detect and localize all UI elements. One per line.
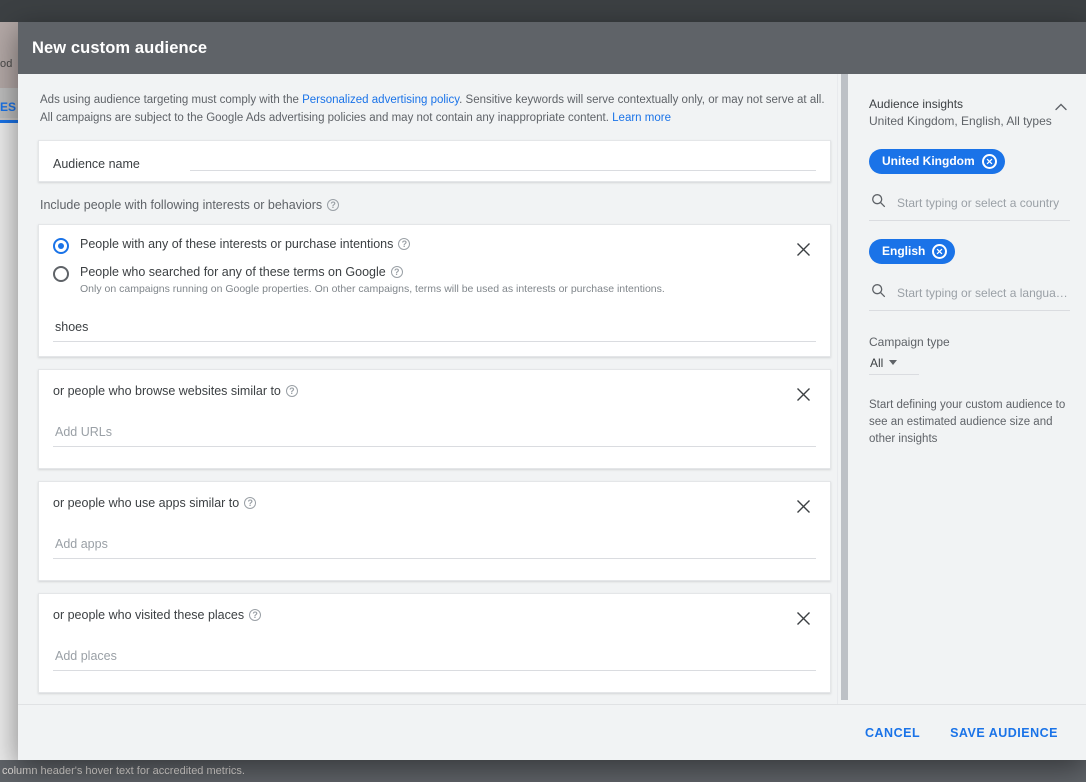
chevron-up-icon[interactable] bbox=[1052, 98, 1070, 116]
help-icon[interactable]: ? bbox=[398, 238, 411, 251]
visited-places-title-row: or people who visited these places ? bbox=[53, 608, 816, 622]
save-audience-button[interactable]: SAVE AUDIENCE bbox=[940, 717, 1068, 749]
help-icon[interactable]: ? bbox=[327, 199, 340, 212]
search-icon bbox=[871, 193, 886, 213]
radio-interests-label-row: People with any of these interests or pu… bbox=[80, 236, 411, 251]
chevron-down-icon bbox=[889, 360, 898, 366]
similar-websites-card: or people who browse websites similar to… bbox=[38, 368, 831, 469]
country-chip-label: United Kingdom bbox=[882, 154, 975, 169]
insights-header: Audience insights United Kingdom, Englis… bbox=[869, 96, 1070, 131]
help-icon[interactable]: ? bbox=[249, 609, 262, 622]
add-urls-input[interactable]: Add URLs bbox=[53, 425, 816, 447]
similar-apps-title-row: or people who use apps similar to ? bbox=[53, 496, 816, 510]
insights-title: Audience insights bbox=[869, 97, 964, 111]
radio-interests-label: People with any of these interests or pu… bbox=[80, 236, 394, 251]
similar-apps-card: or people who use apps similar to ? Add … bbox=[38, 480, 831, 581]
help-icon[interactable]: ? bbox=[244, 497, 257, 510]
country-search-row[interactable] bbox=[869, 185, 1070, 221]
dialog-header: New custom audience bbox=[18, 22, 1086, 74]
radio-option-search[interactable]: People who searched for any of these ter… bbox=[53, 265, 816, 296]
campaign-type-label: Campaign type bbox=[869, 334, 950, 349]
campaign-type-value: All bbox=[870, 355, 884, 370]
country-chip[interactable]: United Kingdom bbox=[869, 148, 1005, 174]
policy-notice-part-1: Ads using audience targeting must comply… bbox=[40, 94, 303, 106]
insights-subtitle: United Kingdom, English, All types bbox=[869, 114, 1052, 129]
audience-name-card: Audience name bbox=[38, 139, 831, 182]
language-chip[interactable]: English bbox=[869, 238, 956, 264]
page-backdrop: od ES T-C es. column header's hover text… bbox=[0, 0, 1086, 782]
audience-insights-panel: Audience insights United Kingdom, Englis… bbox=[851, 74, 1086, 704]
radio-interests-input[interactable] bbox=[53, 237, 69, 254]
vertical-scrollbar[interactable] bbox=[837, 74, 851, 704]
similar-websites-title-row: or people who browse websites similar to… bbox=[53, 384, 816, 398]
visited-places-card: or people who visited these places ? Add… bbox=[38, 592, 831, 693]
dialog-left-panel: Ads using audience targeting must comply… bbox=[18, 74, 851, 704]
add-places-input[interactable]: Add places bbox=[53, 649, 816, 671]
background-product-label: od bbox=[0, 58, 13, 70]
language-chip-label: English bbox=[882, 244, 926, 259]
close-icon[interactable] bbox=[792, 239, 814, 261]
language-search-input[interactable] bbox=[897, 285, 1068, 300]
radio-search-sublabel: Only on campaigns running on Google prop… bbox=[80, 282, 665, 295]
similar-apps-title: or people who use apps similar to bbox=[53, 495, 240, 510]
new-custom-audience-dialog: New custom audience Ads using audience t… bbox=[18, 22, 1086, 760]
remove-language-icon[interactable] bbox=[932, 243, 948, 259]
radio-option-interests[interactable]: People with any of these interests or pu… bbox=[53, 237, 816, 254]
include-people-text: Include people with following interests … bbox=[40, 197, 323, 212]
close-icon[interactable] bbox=[792, 384, 814, 406]
personalized-advertising-policy-link[interactable]: Personalized advertising policy bbox=[302, 94, 459, 106]
help-icon[interactable]: ? bbox=[390, 266, 403, 279]
scrollbar-thumb[interactable] bbox=[841, 74, 848, 700]
dialog-title: New custom audience bbox=[32, 38, 208, 57]
interests-terms-input[interactable]: shoes bbox=[53, 320, 816, 342]
close-icon[interactable] bbox=[792, 496, 814, 518]
language-search-row[interactable] bbox=[869, 275, 1070, 311]
country-search-input[interactable] bbox=[897, 195, 1068, 210]
add-apps-input[interactable]: Add apps bbox=[53, 537, 816, 559]
search-icon bbox=[871, 283, 886, 303]
campaign-type-select[interactable]: All bbox=[869, 355, 920, 375]
audience-name-input[interactable] bbox=[189, 151, 816, 171]
interests-card: People with any of these interests or pu… bbox=[38, 223, 831, 357]
similar-websites-title: or people who browse websites similar to bbox=[53, 383, 281, 398]
radio-search-input[interactable] bbox=[53, 265, 69, 282]
dialog-body: Ads using audience targeting must comply… bbox=[18, 74, 1086, 704]
dialog-footer: CANCEL SAVE AUDIENCE bbox=[18, 704, 1086, 760]
visited-places-title: or people who visited these places bbox=[53, 607, 245, 622]
radio-search-label: People who searched for any of these ter… bbox=[80, 264, 386, 279]
audience-name-label: Audience name bbox=[53, 156, 140, 171]
background-tab-label[interactable]: ES bbox=[0, 100, 16, 114]
radio-search-label-row: People who searched for any of these ter… bbox=[80, 265, 665, 279]
cancel-button[interactable]: CANCEL bbox=[855, 717, 930, 749]
close-icon[interactable] bbox=[792, 608, 814, 630]
help-icon[interactable]: ? bbox=[285, 385, 298, 398]
learn-more-link[interactable]: Learn more bbox=[612, 112, 671, 124]
insights-hint-text: Start defining your custom audience to s… bbox=[869, 398, 1066, 446]
include-people-label: Include people with following interests … bbox=[38, 198, 831, 212]
background-bottom-strip: column header's hover text for accredite… bbox=[0, 760, 1086, 782]
remove-country-icon[interactable] bbox=[981, 153, 997, 169]
policy-notice: Ads using audience targeting must comply… bbox=[38, 92, 828, 128]
